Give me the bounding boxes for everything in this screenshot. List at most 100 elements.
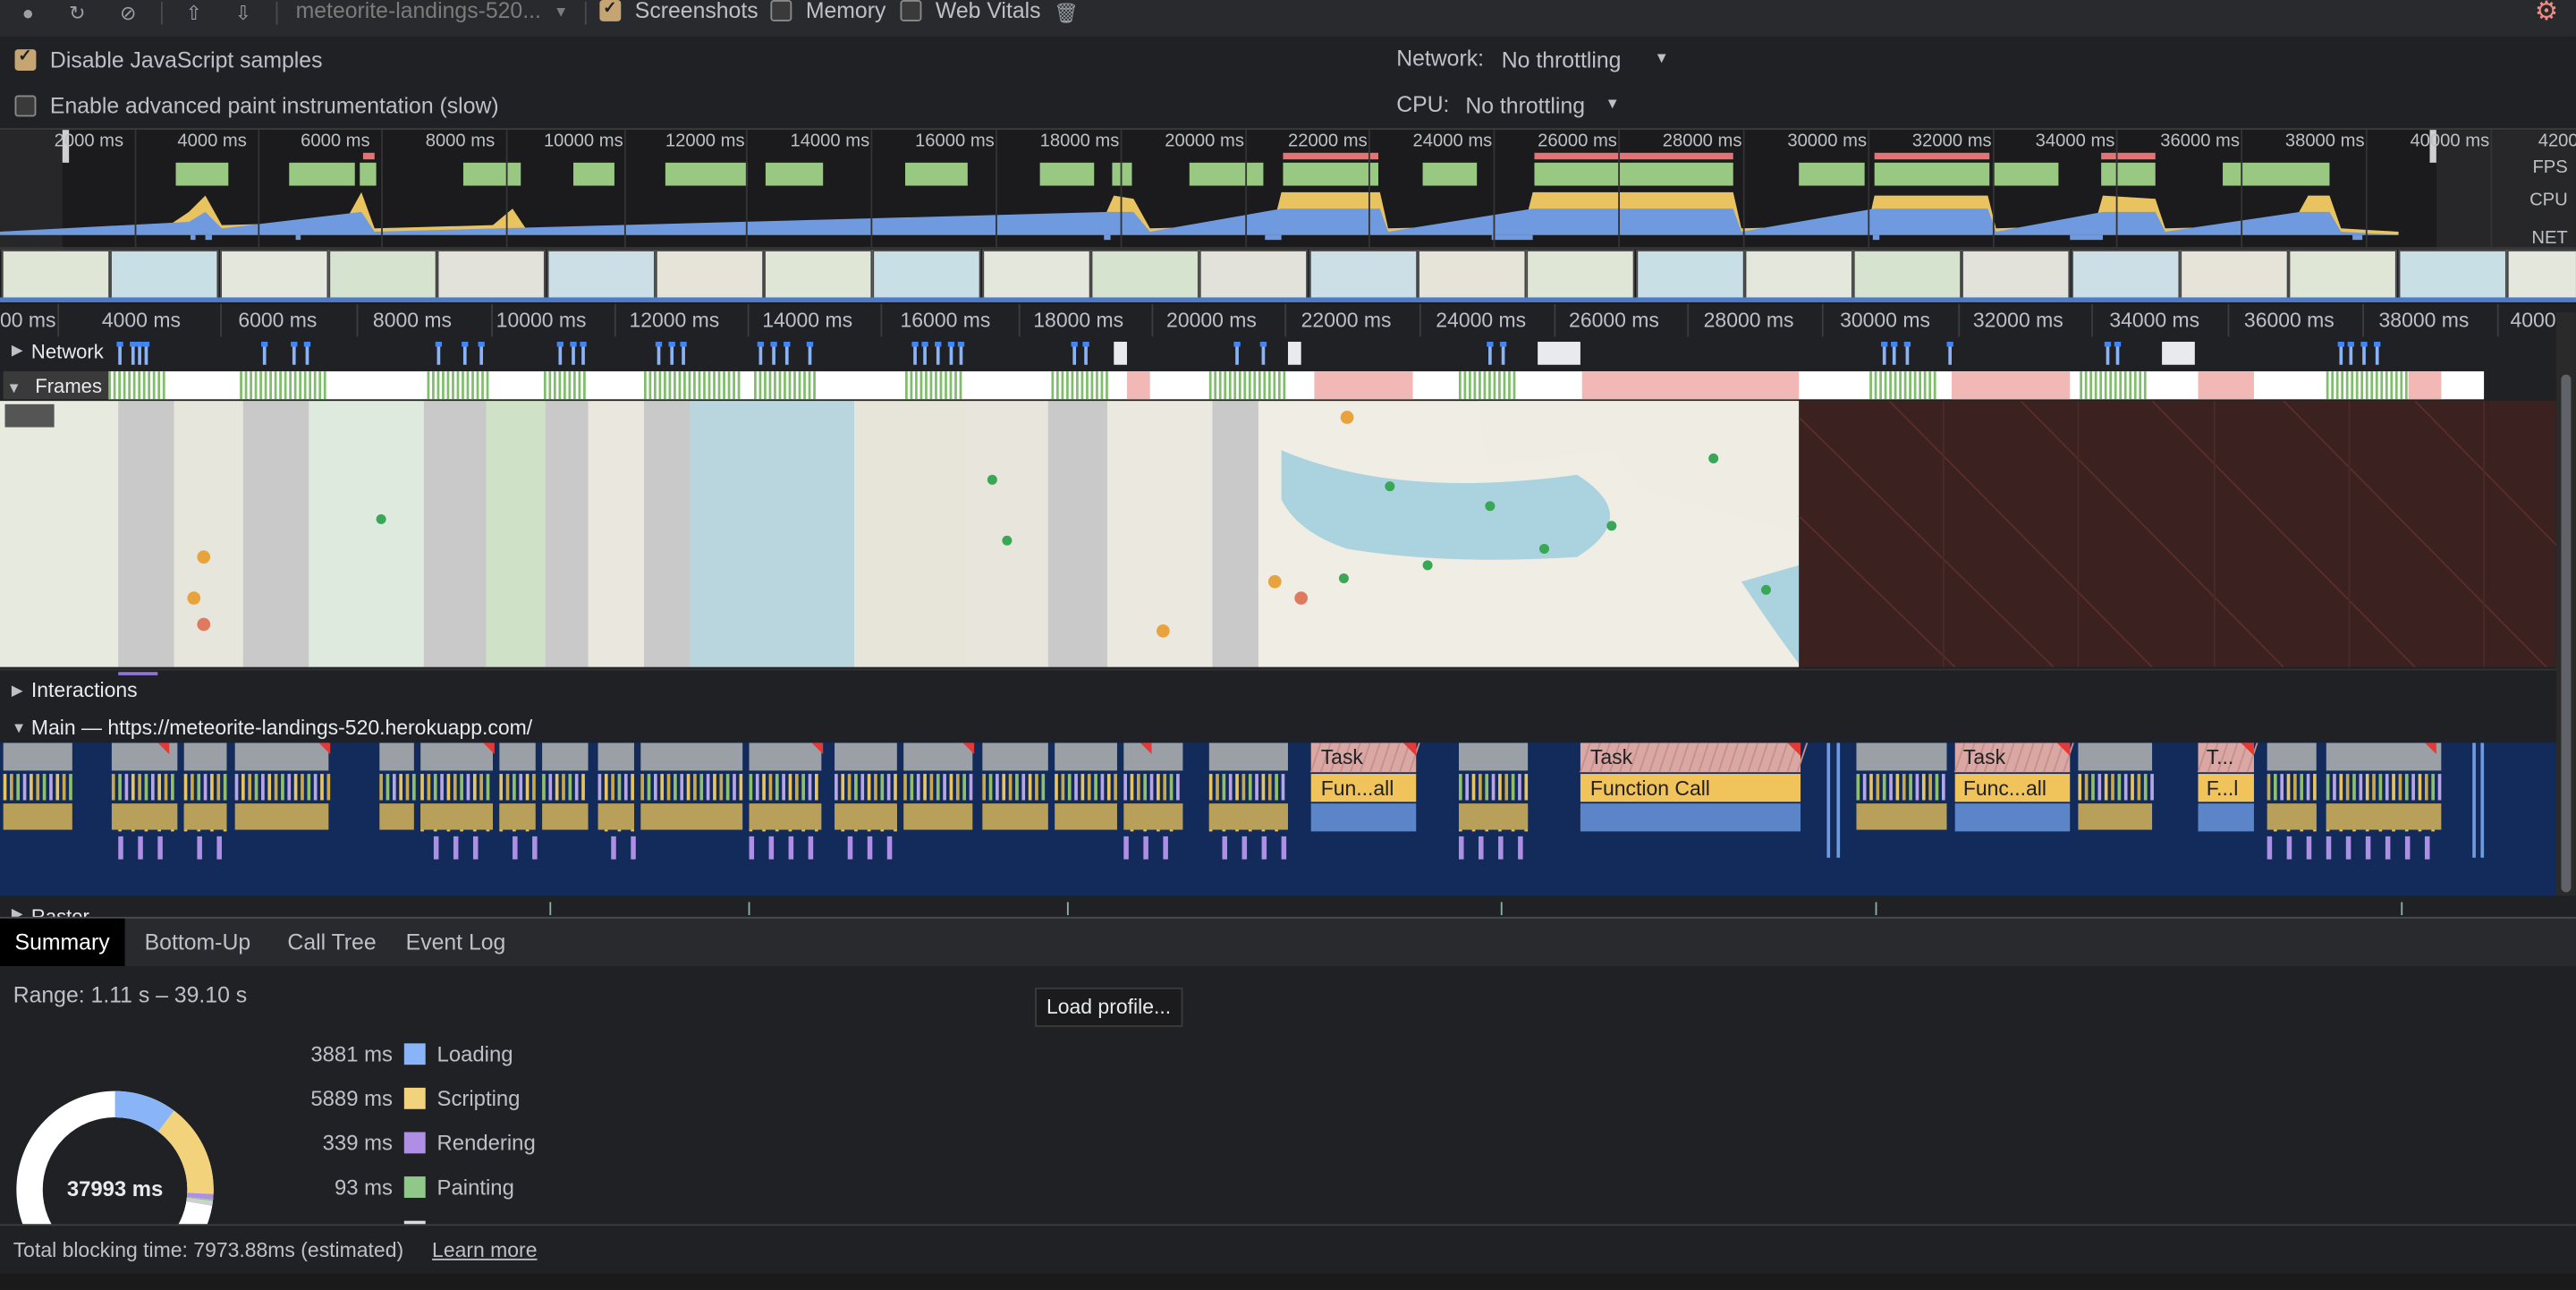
screenshot-filmstrip[interactable] (0, 250, 2576, 302)
load-profile-button[interactable]: Load profile... (1035, 987, 1182, 1027)
disable-js-samples-checkbox[interactable]: Disable JavaScript samples (14, 46, 323, 75)
task-label[interactable]: Task (1321, 746, 1411, 769)
overview-gridline (2365, 130, 2368, 249)
raster-track[interactable]: ▶ Raster (0, 895, 2576, 917)
filmstrip-thumbnail[interactable] (1852, 250, 1962, 302)
tab-call-tree[interactable]: Call Tree (273, 919, 391, 966)
network-throttle-select[interactable]: No throttling ▼ (1502, 46, 1682, 75)
frame-bar (1273, 371, 1276, 400)
function-call-block (326, 774, 331, 801)
filmstrip-thumbnail[interactable] (1, 250, 111, 302)
ruler-tick-label: 20000 ms (1166, 309, 1257, 333)
main-thread-header[interactable]: ▼ Main — https://meteorite-landings-520.… (0, 709, 2576, 743)
function-call-block (392, 774, 396, 801)
network-request-bar (556, 342, 564, 347)
task-label[interactable]: Task (1963, 746, 2062, 769)
filmstrip-thumbnail[interactable] (2071, 250, 2180, 302)
trash-icon[interactable]: 🗑 (1053, 2, 1079, 25)
filmstrip-thumbnail[interactable] (328, 250, 437, 302)
function-call-label[interactable]: Function Call (1590, 777, 1787, 801)
function-call-block (427, 774, 431, 801)
frame-screenshots[interactable] (0, 401, 2576, 667)
ruler-gridline (2496, 303, 2499, 337)
filmstrip-thumbnail[interactable] (1744, 250, 1853, 302)
tab-summary[interactable]: Summary (0, 918, 125, 966)
collapse-arrow-icon[interactable]: ▼ (12, 719, 26, 735)
filmstrip-thumbnail[interactable] (110, 250, 219, 302)
net-lane-label: NET (2531, 228, 2568, 249)
frames-track-header[interactable]: ▼ Frames (3, 371, 109, 400)
function-call-block (150, 774, 155, 801)
filmstrip-thumbnail[interactable] (1199, 250, 1309, 302)
interaction-marker[interactable] (118, 672, 158, 675)
frame-bar (264, 371, 267, 400)
frames-bars (108, 371, 2485, 400)
filmstrip-thumbnail[interactable] (1635, 250, 1744, 302)
tab-event-log[interactable]: Event Log (391, 919, 521, 966)
function-call-label[interactable]: F...l (2207, 777, 2250, 801)
filmstrip-thumbnail[interactable] (546, 250, 655, 302)
frame-bar (452, 371, 454, 400)
profile-select[interactable]: meteorite-landings-520... ▼ (296, 0, 572, 26)
reload-record-icon[interactable]: ↻ (64, 2, 90, 25)
memory-checkbox[interactable]: Memory (770, 0, 886, 25)
filmstrip-thumbnail[interactable] (1417, 250, 1527, 302)
filmstrip-thumbnail[interactable] (2180, 250, 2289, 302)
interactions-track[interactable]: ▶ Interactions (0, 668, 2576, 710)
upload-profile-icon[interactable]: ⇧ (181, 2, 207, 25)
filmstrip-thumbnail[interactable] (1090, 250, 1199, 302)
main-flame-chart[interactable]: Task Fun...all Task Function Call Task F… (0, 743, 2556, 896)
filmstrip-thumbnail[interactable] (2397, 250, 2507, 302)
details-tabs: Summary Bottom-Up Call Tree Event Log (0, 916, 2576, 968)
ruler-gridline (1018, 303, 1021, 337)
filmstrip-thumbnail[interactable] (764, 250, 873, 302)
web-vitals-checkbox[interactable]: Web Vitals (900, 0, 1041, 25)
frame-bar (1051, 371, 1055, 400)
filmstrip-thumbnail[interactable] (2289, 250, 2398, 302)
frames-track[interactable]: ▼ Frames (0, 369, 2576, 402)
function-call-block (1094, 774, 1097, 801)
screenshots-checkbox[interactable]: Screenshots (599, 0, 758, 25)
filmstrip-thumbnail[interactable] (1526, 250, 1635, 302)
gear-icon[interactable]: ⚙ (2533, 0, 2559, 25)
frame-bar (309, 371, 312, 400)
task-block (234, 743, 329, 771)
task-label[interactable]: Task (1590, 746, 1787, 769)
timeline-scrollbar[interactable] (2555, 311, 2576, 896)
ruler-tick-label: 24000 ms (1436, 309, 1527, 333)
filmstrip-thumbnail[interactable] (219, 250, 328, 302)
learn-more-link[interactable]: Learn more (432, 1239, 537, 1262)
overview-gridline (1868, 130, 1870, 249)
advanced-paint-checkbox[interactable]: Enable advanced paint instrumentation (s… (14, 92, 499, 122)
function-call-block (111, 803, 178, 830)
function-call-label[interactable]: Func...all (1963, 777, 2062, 801)
timeline-overview[interactable]: 2000 ms 4000 ms 6000 ms 8000 ms 10000 ms 1200… (0, 130, 2576, 304)
network-request-bar (291, 342, 298, 347)
function-call-block (2326, 774, 2330, 801)
network-request-bar (2162, 342, 2195, 365)
function-call-block (16, 774, 21, 801)
record-icon[interactable]: ● (15, 2, 41, 25)
download-profile-icon[interactable]: ⇩ (230, 2, 256, 25)
frame-bar (945, 371, 947, 400)
clear-icon[interactable]: ⊘ (115, 2, 141, 25)
filmstrip-thumbnail[interactable] (436, 250, 547, 302)
filmstrip-thumbnail[interactable] (873, 250, 982, 302)
function-call-block (1143, 836, 1148, 860)
function-call-block (542, 774, 546, 801)
overview-tick-label: 20000 ms (1165, 131, 1244, 151)
function-call-label[interactable]: Fun...all (1321, 777, 1411, 801)
cpu-throttle-select[interactable]: No throttling ▼ (1465, 92, 1630, 122)
expand-arrow-icon[interactable]: ▶ (12, 682, 23, 700)
task-label[interactable]: T... (2207, 746, 2250, 769)
filmstrip-thumbnail[interactable] (2506, 250, 2576, 302)
scrollbar-thumb[interactable] (2561, 374, 2572, 893)
function-call-block (762, 774, 766, 801)
filmstrip-thumbnail[interactable] (1309, 250, 1418, 302)
filmstrip-thumbnail[interactable] (981, 250, 1090, 302)
tab-bottom-up[interactable]: Bottom-Up (130, 919, 266, 966)
network-track[interactable]: ▶ Network (0, 336, 2576, 369)
frame-bar (583, 371, 586, 400)
filmstrip-thumbnail[interactable] (1962, 250, 2071, 302)
filmstrip-thumbnail[interactable] (655, 250, 764, 302)
